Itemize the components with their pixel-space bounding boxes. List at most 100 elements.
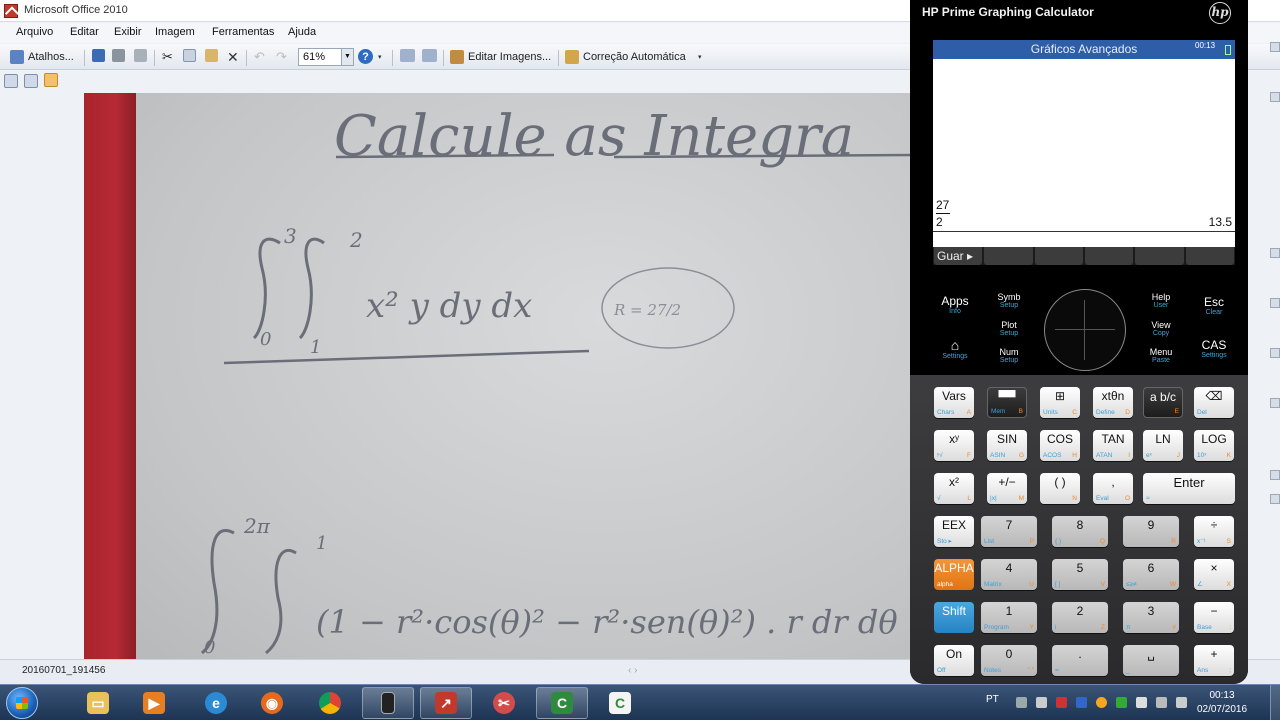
side-button[interactable]: [1270, 248, 1280, 258]
calc-key-35[interactable]: ␣ _: [1123, 645, 1179, 676]
shortcuts-button[interactable]: Atalhos...: [10, 49, 74, 65]
menu-key[interactable]: Menu Paste: [1138, 347, 1184, 364]
side-button[interactable]: [1270, 348, 1280, 358]
calc-key-3[interactable]: xtθn Define D: [1093, 387, 1133, 418]
taskbar-firefox[interactable]: ◉: [246, 687, 298, 719]
menu-arquivo[interactable]: Arquivo: [16, 26, 53, 38]
toolbar-options-icon[interactable]: ▾: [378, 49, 382, 65]
softkey-4[interactable]: [1084, 247, 1134, 265]
taskbar-camtasia-1[interactable]: C: [536, 687, 588, 719]
calc-key-12[interactable]: x² √ L: [934, 473, 974, 504]
calc-key-31[interactable]: − Base:: [1194, 602, 1234, 633]
volume-icon[interactable]: [1156, 697, 1167, 708]
save-icon[interactable]: [92, 49, 105, 62]
apps-key[interactable]: Apps Info: [932, 294, 978, 315]
status-nav-arrows[interactable]: ‹ ›: [628, 665, 637, 676]
calc-key-9[interactable]: TAN ATAN I: [1093, 430, 1133, 461]
rotate-right-icon[interactable]: [422, 49, 437, 62]
home-key[interactable]: ⌂ Settings: [932, 337, 978, 360]
menu-ferramentas[interactable]: Ferramentas: [212, 26, 274, 38]
zoom-dropdown-icon[interactable]: ▼: [341, 49, 353, 65]
calc-key-10[interactable]: LN eˣ J: [1143, 430, 1183, 461]
photo-viewer[interactable]: Calcule as Integra 3 2 0 1 x² y dy dx R …: [84, 93, 914, 659]
calc-key-11[interactable]: LOG 10ˣ K: [1194, 430, 1234, 461]
undo-icon[interactable]: ↶: [254, 49, 265, 65]
calc-key-21[interactable]: ÷ x⁻¹ S: [1194, 516, 1234, 547]
side-button[interactable]: [1270, 298, 1280, 308]
symb-key[interactable]: Symb Setup: [986, 292, 1032, 309]
toolbar-overflow-icon[interactable]: ▾: [698, 49, 702, 65]
calc-key-5[interactable]: ⌫ Del: [1194, 387, 1234, 418]
delete-icon[interactable]: ✕: [227, 49, 239, 65]
start-button[interactable]: [6, 687, 38, 719]
edit-images-button[interactable]: Editar Imagens...: [450, 49, 551, 65]
taskbar-hp-prime[interactable]: [362, 687, 414, 719]
calc-key-15[interactable]: , Eval O: [1093, 473, 1133, 504]
taskbar-chrome[interactable]: [304, 687, 356, 719]
calc-key-34[interactable]: . =: [1052, 645, 1108, 676]
calc-key-25[interactable]: 6 ≤≥≠ W: [1123, 559, 1179, 590]
taskbar-ie[interactable]: e: [190, 687, 242, 719]
single-view-icon[interactable]: [44, 73, 58, 87]
side-button[interactable]: [1270, 398, 1280, 408]
battery-tray-icon[interactable]: [1176, 697, 1187, 708]
softkey-6[interactable]: [1185, 247, 1234, 265]
softkey-3[interactable]: [1034, 247, 1083, 265]
calc-key-26[interactable]: × ∠ X: [1194, 559, 1234, 590]
taskbar-clock[interactable]: 00:13 02/07/2016: [1192, 689, 1252, 717]
taskbar-snipping-tool[interactable]: ✂: [478, 687, 530, 719]
paste-icon[interactable]: [205, 49, 218, 62]
rotate-left-icon[interactable]: [400, 49, 415, 62]
calc-key-18[interactable]: 7 List P: [981, 516, 1037, 547]
calc-key-6[interactable]: xʸ ʸ√ F: [934, 430, 974, 461]
help-key[interactable]: Help User: [1138, 292, 1184, 309]
tray-icon-2[interactable]: [1036, 697, 1047, 708]
calc-key-28[interactable]: 1 Program Y: [981, 602, 1037, 633]
language-indicator[interactable]: PT: [986, 694, 999, 705]
direction-pad[interactable]: [1044, 289, 1126, 371]
print-icon[interactable]: [112, 49, 125, 62]
calc-key-30[interactable]: 3 π #: [1123, 602, 1179, 633]
calc-key-20[interactable]: 9R: [1123, 516, 1179, 547]
esc-key[interactable]: Esc Clear: [1192, 295, 1236, 316]
calc-key-14[interactable]: ( ) N: [1040, 473, 1080, 504]
taskbar-media-player[interactable]: ▶: [128, 687, 180, 719]
calc-key-1[interactable]: ▀▀ Mem B: [987, 387, 1027, 418]
taskbar-picture-manager[interactable]: ↗: [420, 687, 472, 719]
taskbar-camtasia-2[interactable]: C: [594, 687, 646, 719]
calc-key-29[interactable]: 2iZ: [1052, 602, 1108, 633]
calc-key-4[interactable]: a b/c E: [1143, 387, 1183, 418]
export-icon[interactable]: [134, 49, 147, 62]
view-key[interactable]: View Copy: [1138, 320, 1184, 337]
tray-icon-6[interactable]: [1116, 697, 1127, 708]
calc-key-33[interactable]: 0 Notes " ": [981, 645, 1037, 676]
cut-icon[interactable]: ✂: [162, 49, 173, 65]
autocorrect-button[interactable]: Correção Automática: [565, 49, 686, 65]
calc-key-8[interactable]: COS ACOS H: [1040, 430, 1080, 461]
redo-icon[interactable]: ↷: [276, 49, 287, 65]
copy-icon[interactable]: [183, 49, 196, 62]
calc-key-7[interactable]: SIN ASIN G: [987, 430, 1027, 461]
side-button[interactable]: [1270, 470, 1280, 480]
calc-key-13[interactable]: +/− |x| M: [987, 473, 1027, 504]
calc-key-36[interactable]: + Ans;: [1194, 645, 1234, 676]
network-icon[interactable]: [1136, 697, 1147, 708]
calc-key-32[interactable]: On Off: [934, 645, 974, 676]
bluetooth-icon[interactable]: [1076, 697, 1087, 708]
side-button[interactable]: [1270, 92, 1280, 102]
help-icon[interactable]: ?: [358, 49, 373, 64]
calc-key-0[interactable]: Vars Chars A: [934, 387, 974, 418]
menu-imagem[interactable]: Imagem: [155, 26, 195, 38]
softkey-store[interactable]: Guar ▸: [934, 247, 983, 265]
cas-key[interactable]: CAS Settings: [1192, 338, 1236, 359]
tray-icon-1[interactable]: [1016, 697, 1027, 708]
zoom-combobox[interactable]: 61% ▼: [298, 48, 354, 66]
calc-key-17[interactable]: EEX Sto ▸: [934, 516, 974, 547]
show-desktop-button[interactable]: [1270, 685, 1280, 720]
calc-key-22[interactable]: ALPHA alpha: [934, 559, 974, 590]
side-button[interactable]: [1270, 494, 1280, 504]
num-key[interactable]: Num Setup: [986, 347, 1032, 364]
calc-key-2[interactable]: ⊞ Units C: [1040, 387, 1080, 418]
filmstrip-view-icon[interactable]: [24, 74, 38, 88]
tray-icon-3[interactable]: [1056, 697, 1067, 708]
